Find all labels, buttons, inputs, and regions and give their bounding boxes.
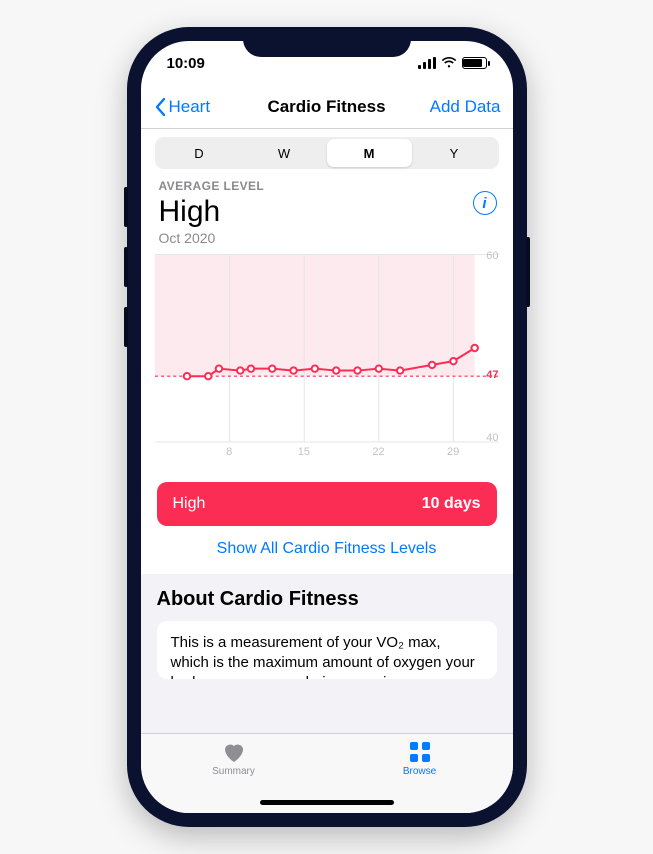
about-section: About Cardio Fitness This is a measureme… [141,574,513,734]
screen: 10:09 Heart Cardio Fitness Add Data D [141,41,513,813]
content[interactable]: D W M Y AVERAGE LEVEL High Oct 2020 i 60… [141,129,513,733]
info-icon: i [482,195,486,212]
phone-frame: 10:09 Heart Cardio Fitness Add Data D [127,27,527,827]
grid-icon [407,740,433,764]
about-body: This is a measurement of your VO₂ max, w… [171,634,475,679]
battery-icon [462,57,487,69]
x-tick: 15 [298,446,310,458]
x-tick: 22 [372,446,384,458]
segment-year[interactable]: Y [412,139,497,167]
time-range-segmented-control[interactable]: D W M Y [155,137,499,169]
cardio-fitness-chart[interactable]: 60 40 47 8152229 [155,254,499,464]
status-indicators [418,57,487,69]
tab-browse-label: Browse [403,766,436,777]
segment-month[interactable]: M [327,139,412,167]
about-title: About Cardio Fitness [157,588,497,621]
tab-summary[interactable]: Summary [184,740,284,777]
y-tick-max: 60 [486,250,498,262]
tab-browse[interactable]: Browse [370,740,470,777]
x-axis: 8 15 22 29 [155,446,475,464]
tab-summary-label: Summary [212,766,255,777]
x-tick: 8 [226,446,232,458]
level-value: High [159,193,495,228]
y-tick-min: 40 [486,432,498,444]
chevron-left-icon [153,97,167,117]
summary-header: AVERAGE LEVEL High Oct 2020 i [141,173,513,248]
info-button[interactable]: i [473,191,497,215]
wifi-icon [441,57,457,69]
segment-week[interactable]: W [242,139,327,167]
segment-day[interactable]: D [157,139,242,167]
pill-days: 10 days [422,495,481,513]
tab-bar: Summary Browse [141,733,513,813]
y-tick-reference: 47 [486,369,498,381]
level-summary-pill[interactable]: High 10 days [157,482,497,526]
pill-level: High [173,495,206,513]
navigation-bar: Heart Cardio Fitness Add Data [141,85,513,129]
home-indicator[interactable] [260,800,394,805]
back-label: Heart [169,97,211,117]
add-data-button[interactable]: Add Data [430,97,501,117]
back-button[interactable]: Heart [153,97,211,117]
about-card[interactable]: This is a measurement of your VO₂ max, w… [157,621,497,679]
show-all-levels-button[interactable]: Show All Cardio Fitness Levels [141,536,513,574]
average-level-label: AVERAGE LEVEL [159,179,495,193]
heart-icon [221,740,247,764]
notch [243,27,411,57]
period-label: Oct 2020 [159,228,495,246]
x-tick: 29 [447,446,459,458]
cellular-signal-icon [418,57,436,69]
status-time: 10:09 [167,55,205,72]
